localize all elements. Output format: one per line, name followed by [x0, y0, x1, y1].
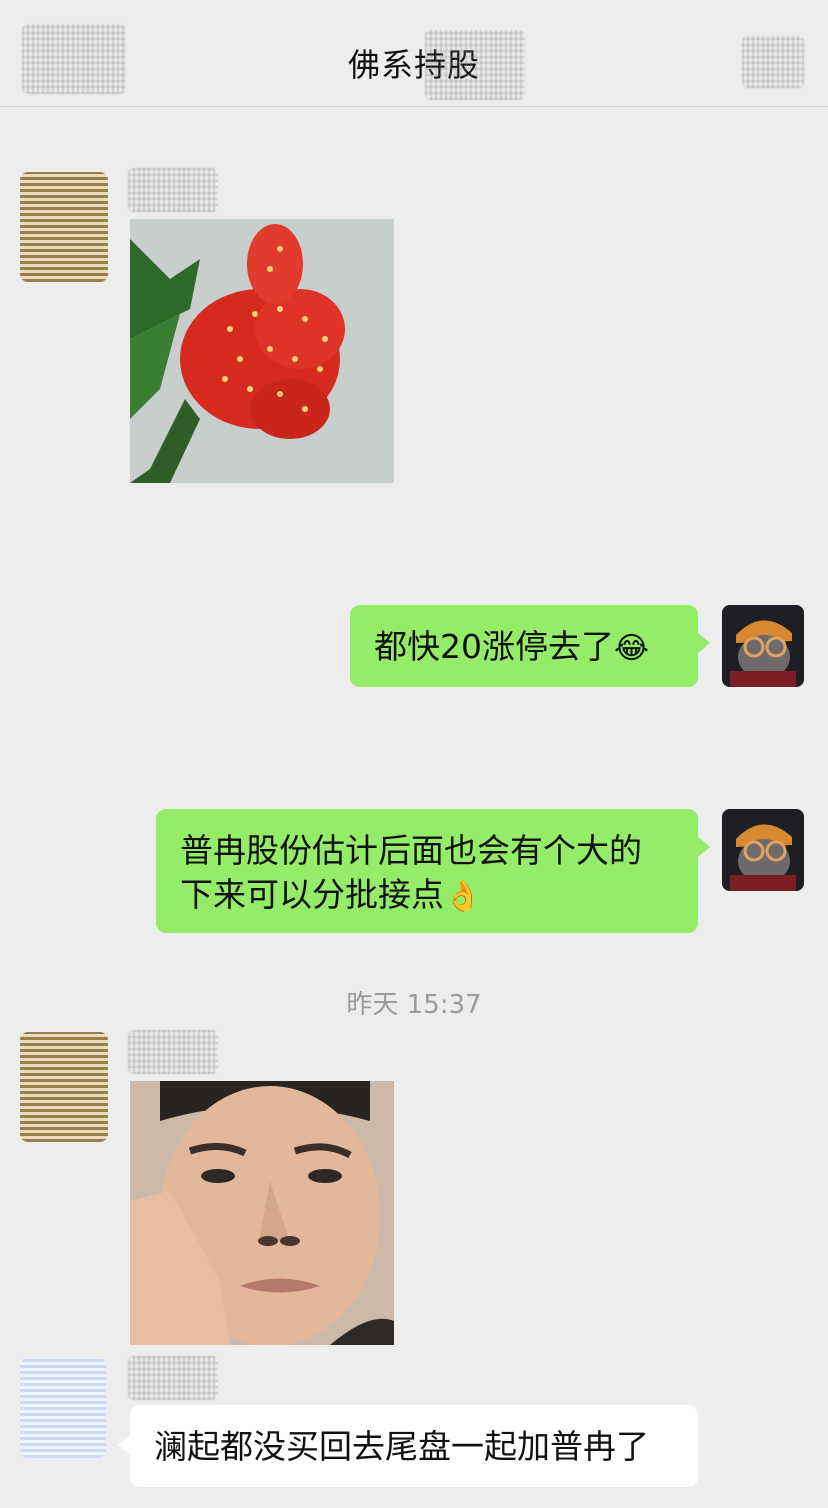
more-icon[interactable]: [742, 36, 804, 88]
avatar[interactable]: [722, 809, 804, 891]
man-hand-on-cheek-sticker[interactable]: [130, 1081, 394, 1345]
sender-name: [128, 1356, 218, 1400]
cat-avatar-icon: [722, 809, 804, 891]
laugh-emoji: 😂: [614, 631, 650, 666]
ok-hand-emoji: 👌: [444, 879, 482, 914]
avatar[interactable]: [722, 605, 804, 687]
sender-name: [128, 1030, 218, 1074]
timestamp: 昨天 15:37: [346, 990, 482, 1020]
cat-avatar-icon: [722, 605, 804, 687]
message-bubble-self[interactable]: 都快20涨停去了😂: [350, 605, 710, 687]
chat-header: 佛系持股: [0, 0, 828, 107]
strawberry-thumbs-up-sticker[interactable]: [130, 219, 394, 483]
man-face-illustration: [130, 1081, 394, 1345]
redacted-title-part: [425, 30, 525, 100]
message-bubble-self[interactable]: 普冉股份估计后面也会有个大的下来可以分批接点👌: [156, 809, 710, 933]
message-text: 普冉股份估计后面也会有个大的下来可以分批接点: [180, 831, 642, 914]
sender-name: [128, 168, 218, 212]
avatar[interactable]: [20, 1032, 108, 1142]
message-text: 澜起都没买回去尾盘一起加普冉了: [154, 1427, 649, 1466]
chat-title: 佛系持股: [347, 46, 480, 84]
message-text: 都快20涨停去了: [374, 627, 614, 666]
message-bubble-other[interactable]: 澜起都没买回去尾盘一起加普冉了: [118, 1405, 698, 1487]
avatar[interactable]: [20, 1358, 106, 1458]
strawberry-illustration: [130, 219, 394, 483]
avatar[interactable]: [20, 172, 108, 282]
